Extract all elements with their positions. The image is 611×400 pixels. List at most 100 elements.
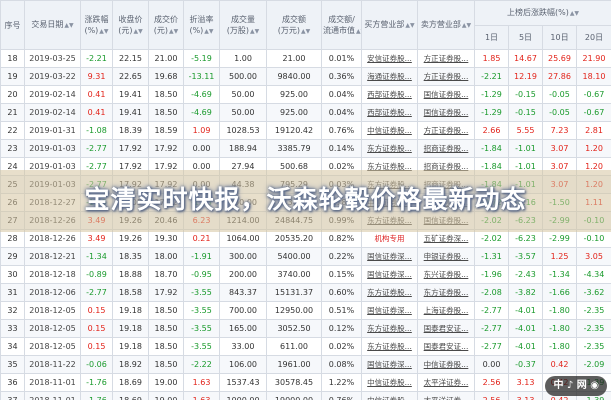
cell-seller[interactable]: 国信证券股... xyxy=(417,103,475,122)
table-row[interactable]: 19 2019-03-22 9.31 22.65 19.68 -13.11 500.00 98… xyxy=(0,67,611,86)
sort-icon[interactable]: ▲▼ xyxy=(405,22,414,29)
table-row[interactable]: 372018-11-01-1.7618.6919.001.631000.0019… xyxy=(0,391,611,400)
cell-seller[interactable]: 方正证券股... xyxy=(417,67,475,86)
cell-d5: -1.01 xyxy=(508,139,543,158)
table-row[interactable]: 34 2018-12-05 0.15 19.18 18.50 -3.55 33.00 611.… xyxy=(0,337,611,356)
cell-seller[interactable]: 国泰君安证... xyxy=(417,337,475,356)
cell-d20: 21.90 xyxy=(575,49,611,68)
sort-icon[interactable]: ▲▼ xyxy=(204,28,213,35)
sort-icon[interactable]: ▲▼ xyxy=(462,22,471,29)
cell-seq: 36 xyxy=(0,373,25,392)
sort-icon[interactable]: ▲▼ xyxy=(134,28,143,35)
cell-seller[interactable]: 太平洋证券... xyxy=(417,391,475,400)
cell-buyer[interactable]: 机构专用 xyxy=(361,229,418,248)
table-row[interactable]: 28 2018-12-26 3.49 19.26 19.30 0.21 1064.00 205… xyxy=(0,229,611,248)
col-amount[interactable]: 成交额 (万元)▲▼ xyxy=(266,0,322,50)
cell-d10: 25.69 xyxy=(542,49,577,68)
cell-buyer[interactable]: 西部证券股... xyxy=(361,103,418,122)
table-row[interactable]: 36 2018-11-01 -1.76 18.69 19.00 1.63 1537.43 30… xyxy=(0,373,611,392)
cell-buyer[interactable]: 东方证券股... xyxy=(361,283,418,302)
table-row[interactable]: 20 2019-02-14 0.41 19.41 18.50 -4.69 50.00 925.… xyxy=(0,85,611,104)
col-deal[interactable]: 成交价 (元)▲▼ xyxy=(148,0,184,50)
cell-seller[interactable]: 东兴证券股... xyxy=(417,265,475,284)
cell-deal: 18.00 xyxy=(148,247,184,266)
table-row[interactable]: 31 2018-12-06 -2.77 18.58 17.92 -3.55 843.37 15… xyxy=(0,283,611,302)
table-row[interactable]: 22 2019-01-31 -1.08 18.39 18.59 1.09 1028.53 19… xyxy=(0,121,611,140)
cell-ratio: 0.22% xyxy=(321,247,362,266)
cell-buyer[interactable]: 国信证券深... xyxy=(361,265,418,284)
col-d20[interactable]: 20日 xyxy=(575,25,611,50)
cell-change: 0.15 xyxy=(80,337,113,356)
cell-buyer[interactable]: 国信证券深... xyxy=(361,355,418,374)
cell-d20: -2.09 xyxy=(575,355,611,374)
cell-seq: 35 xyxy=(0,355,25,374)
table-row[interactable]: 29 2018-12-21 -1.34 18.35 18.00 -1.91 300.00 54… xyxy=(0,247,611,266)
cell-volume: 1537.43 xyxy=(219,373,267,392)
cell-discount: -4.69 xyxy=(183,103,220,122)
sort-icon[interactable]: ▲▼ xyxy=(169,28,178,35)
cell-seller[interactable]: 申银证券股... xyxy=(417,247,475,266)
cell-discount: -0.95 xyxy=(183,265,220,284)
cell-seller[interactable]: 方正证券股... xyxy=(417,49,475,68)
cell-seller[interactable]: 方正证券股... xyxy=(417,121,475,140)
cell-amount: 925.00 xyxy=(266,85,322,104)
cell-discount: 0.21 xyxy=(183,229,220,248)
cell-d10: -1.66 xyxy=(542,283,577,302)
cell-buyer[interactable]: 中信证券股... xyxy=(361,121,418,140)
table-row[interactable]: 35 2018-11-22 -0.06 18.92 18.50 -2.22 106.00 19… xyxy=(0,355,611,374)
sort-icon[interactable]: ▲▼ xyxy=(64,22,73,29)
table-row[interactable]: 32 2018-12-05 0.15 19.18 18.50 -3.55 700.00 129… xyxy=(0,301,611,320)
cell-ratio: 0.02% xyxy=(321,337,362,356)
cell-seller[interactable]: 中信证券股... xyxy=(417,355,475,374)
col-d10[interactable]: 10日 xyxy=(542,25,577,50)
col-volume[interactable]: 成交量 (万股)▲▼ xyxy=(219,0,267,50)
cell-seller[interactable]: 国泰君安证... xyxy=(417,319,475,338)
cell-deal: 19.30 xyxy=(148,229,184,248)
cell-d20: 3.05 xyxy=(575,247,611,266)
cell-discount: -3.55 xyxy=(183,319,220,338)
sort-icon[interactable]: ▲▼ xyxy=(570,10,579,17)
cell-seller[interactable]: 国信证券股... xyxy=(417,85,475,104)
cell-buyer[interactable]: 东方证券股... xyxy=(361,139,418,158)
cell-volume: 1.00 xyxy=(219,49,267,68)
col-discount[interactable]: 折溢率 (%)▲▼ xyxy=(183,0,220,50)
cell-buyer[interactable]: 东方证券股... xyxy=(361,319,418,338)
cell-seller[interactable]: 上海证券股... xyxy=(417,301,475,320)
cell-d20: 18.10 xyxy=(575,67,611,86)
cell-seller[interactable]: 太平洋证券... xyxy=(417,373,475,392)
col-date[interactable]: 交易日期▲▼ xyxy=(24,0,81,50)
col-ratio[interactable]: 成交额/ 流通市值▲▼ xyxy=(321,0,362,50)
table-row[interactable]: 18 2019-03-25 -2.21 22.15 21.00 -5.19 1.00 21.0… xyxy=(0,49,611,68)
cell-buyer[interactable]: 中信证券股... xyxy=(361,373,418,392)
sort-icon[interactable]: ▲▼ xyxy=(301,28,310,35)
cell-buyer[interactable]: 中信证券股... xyxy=(361,391,418,400)
cell-amount: 15131.37 xyxy=(266,283,322,302)
cell-buyer[interactable]: 东方证券股... xyxy=(361,337,418,356)
cell-seller[interactable]: 东方证券股... xyxy=(417,283,475,302)
sort-icon[interactable]: ▲▼ xyxy=(99,28,108,35)
cell-buyer[interactable]: 国信证券深... xyxy=(361,301,418,320)
sort-icon[interactable]: ▲▼ xyxy=(250,28,259,35)
cell-amount: 21.00 xyxy=(266,49,322,68)
cell-buyer[interactable]: 西部证券股... xyxy=(361,85,418,104)
cell-d5: -0.37 xyxy=(508,355,543,374)
col-d5[interactable]: 5日 xyxy=(508,25,543,50)
col-d1[interactable]: 1日 xyxy=(474,25,509,50)
sort-icon[interactable]: ▲▼ xyxy=(356,28,361,35)
col-change[interactable]: 涨跌幅 (%)▲▼ xyxy=(80,0,113,50)
cell-buyer[interactable]: 安信证券股... xyxy=(361,49,418,68)
cell-buyer[interactable]: 国信证券深... xyxy=(361,247,418,266)
cell-ratio: 0.82% xyxy=(321,229,362,248)
cell-d20: -0.10 xyxy=(575,229,611,248)
table-row[interactable]: 23 2019-01-03 -2.77 17.92 17.92 0.00 188.94 338… xyxy=(0,139,611,158)
table-row[interactable]: 33 2018-12-05 0.15 19.18 18.50 -3.55 165.00 305… xyxy=(0,319,611,338)
cell-volume: 106.00 xyxy=(219,355,267,374)
cell-d5: 3.13 xyxy=(508,373,543,392)
cell-buyer[interactable]: 海通证券股... xyxy=(361,67,418,86)
table-row[interactable]: 30 2018-12-18 -0.89 18.88 18.70 -0.95 200.00 37… xyxy=(0,265,611,284)
table-row[interactable]: 21 2019-02-14 0.41 19.41 18.50 -4.69 50.00 925.… xyxy=(0,103,611,122)
cell-seller[interactable]: 招商证券股... xyxy=(417,139,475,158)
cell-seller[interactable]: 五矿证券深... xyxy=(417,229,475,248)
col-close[interactable]: 收盘价 (元)▲▼ xyxy=(112,0,149,50)
cell-date: 2018-12-26 xyxy=(24,229,81,248)
